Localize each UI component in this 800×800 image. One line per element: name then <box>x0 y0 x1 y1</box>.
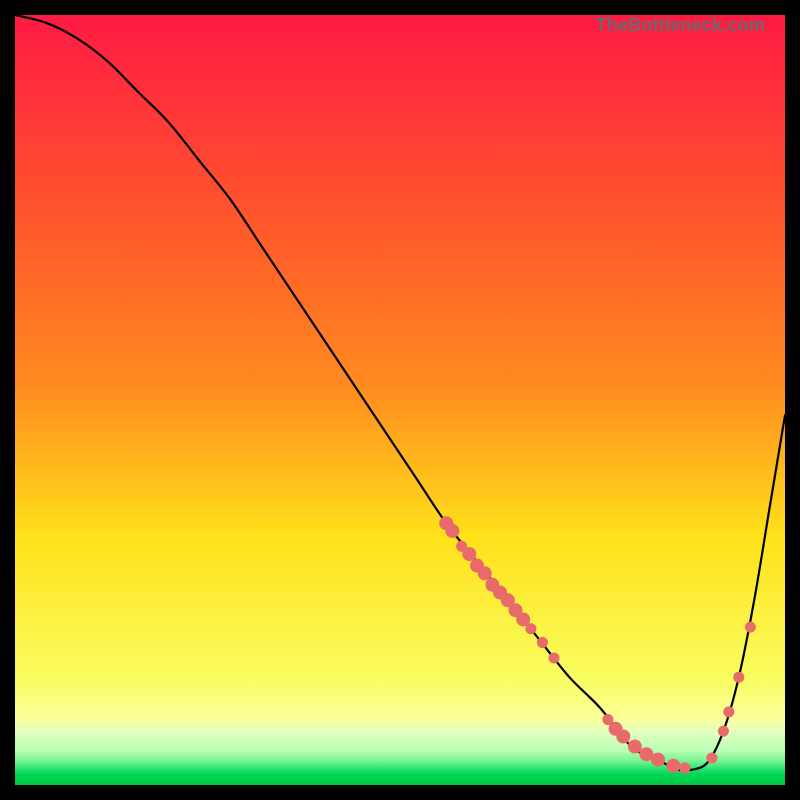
band-line <box>15 772 785 773</box>
curve-marker <box>549 652 560 663</box>
curve-marker <box>525 623 536 634</box>
curve-marker <box>666 759 680 773</box>
curve-marker <box>651 753 665 767</box>
curve-marker <box>478 566 492 580</box>
curve-marker <box>462 547 476 561</box>
watermark-text: TheBottleneck.com <box>596 15 765 36</box>
curve-marker <box>445 524 459 538</box>
band-line <box>15 734 785 735</box>
band-line <box>15 747 785 748</box>
curve-marker <box>723 706 734 717</box>
curve-marker <box>706 753 717 764</box>
chart-area: TheBottleneck.com <box>15 15 785 785</box>
chart-background <box>15 15 785 785</box>
curve-marker <box>679 763 690 774</box>
curve-marker <box>718 726 729 737</box>
band-line <box>15 708 785 709</box>
band-line <box>15 721 785 722</box>
chart-svg <box>15 15 785 785</box>
curve-marker <box>628 740 642 754</box>
curve-marker <box>733 672 744 683</box>
curve-marker <box>745 622 756 633</box>
curve-marker <box>537 637 548 648</box>
curve-marker <box>616 729 630 743</box>
